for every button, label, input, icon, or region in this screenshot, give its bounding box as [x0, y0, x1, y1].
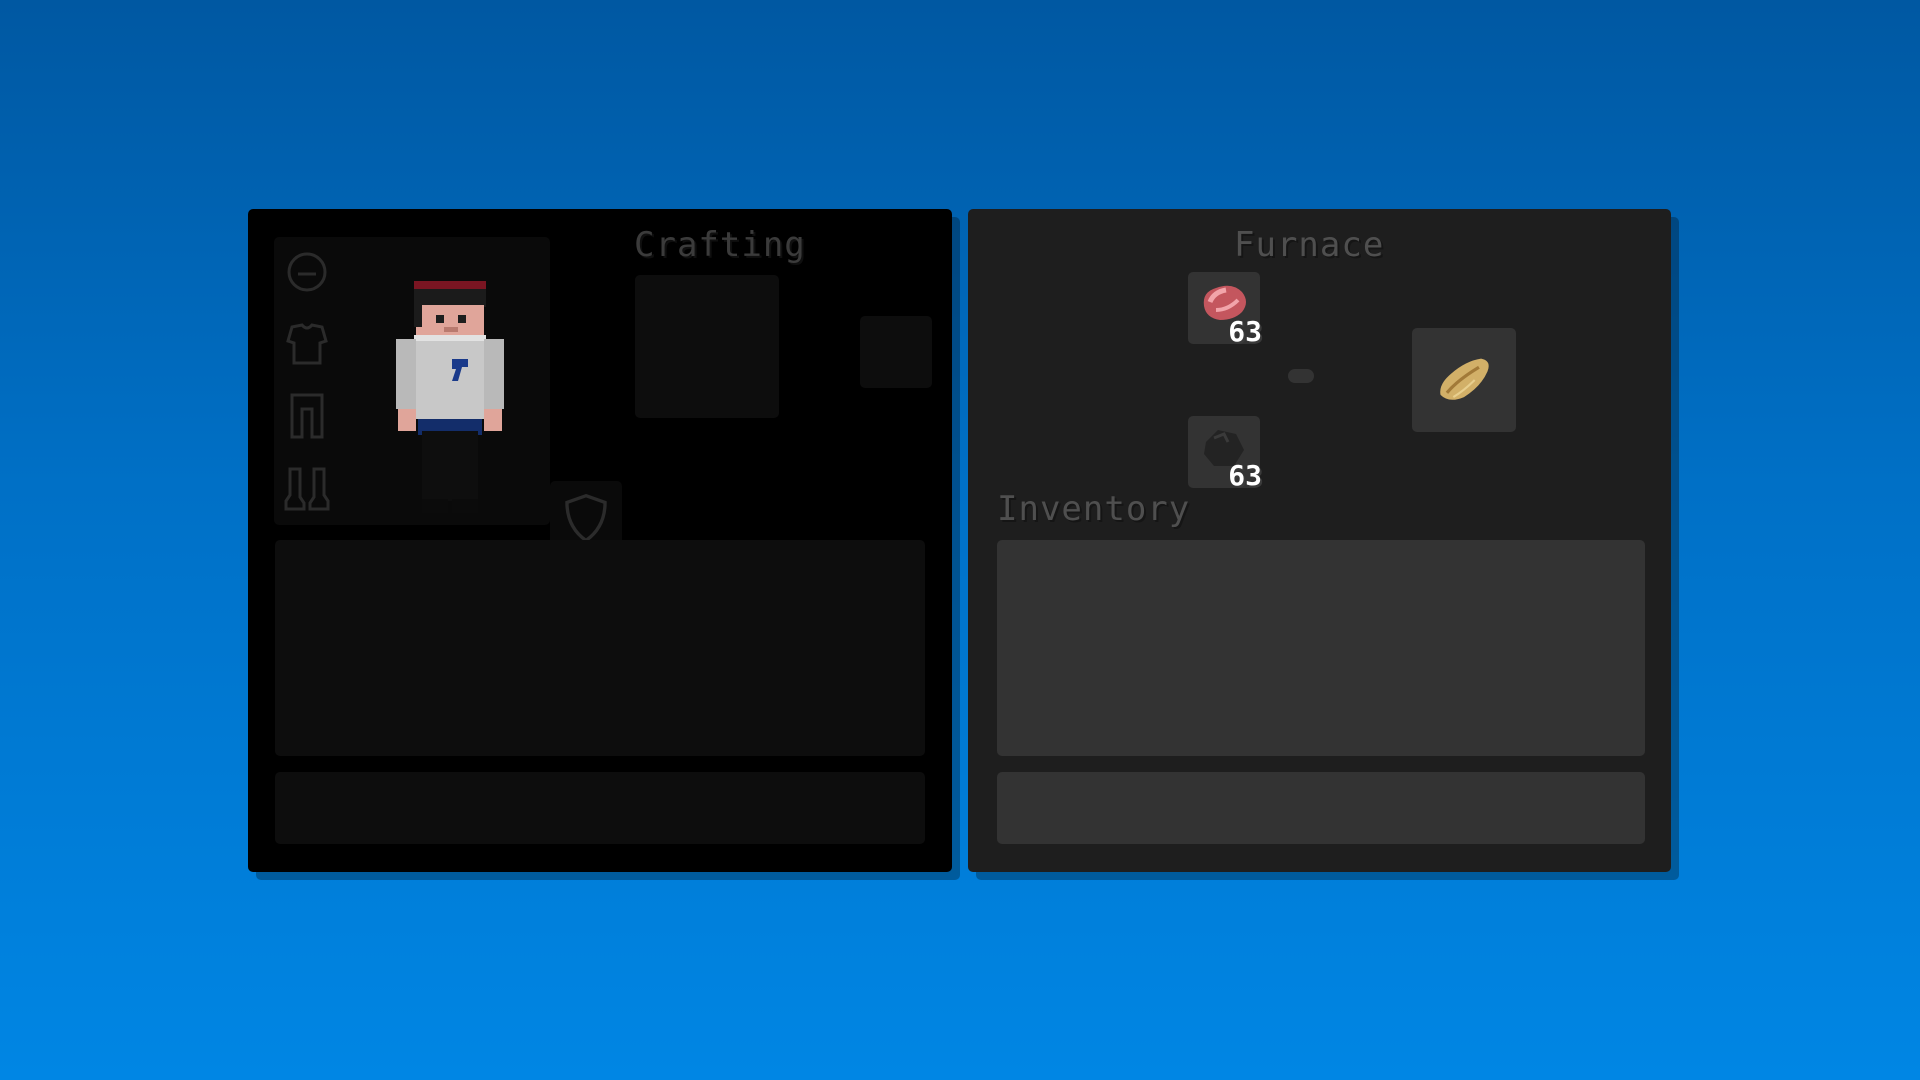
furnace-input-slot[interactable]: 63	[1188, 272, 1262, 348]
progress-arrow-icon	[1288, 369, 1314, 383]
hotbar[interactable]	[275, 772, 925, 844]
furnace-hotbar[interactable]	[997, 772, 1645, 844]
fuel-count: 63	[1228, 459, 1262, 492]
crafting-label: Crafting	[634, 225, 806, 265]
chestplate-icon[interactable]	[282, 319, 332, 369]
crafting-output-slot[interactable]	[860, 316, 932, 388]
armor-section	[274, 237, 622, 553]
furnace-inventory-grid[interactable]	[997, 540, 1645, 756]
player-avatar	[396, 281, 504, 513]
boots-icon[interactable]	[282, 463, 332, 513]
main-inventory-grid[interactable]	[275, 540, 925, 756]
baked-potato-icon	[1440, 358, 1489, 400]
furnace-output-slot[interactable]	[1412, 328, 1516, 432]
inventory-label: Inventory	[997, 489, 1191, 529]
player-inventory-panel: Crafting	[248, 209, 952, 872]
crafting-grid[interactable]	[635, 275, 779, 418]
furnace-title: Furnace	[1234, 225, 1385, 265]
shield-icon	[565, 493, 607, 543]
input-count: 63	[1228, 315, 1262, 348]
leggings-icon[interactable]	[282, 391, 332, 441]
helmet-icon[interactable]	[282, 247, 332, 297]
furnace-fuel-slot[interactable]: 63	[1188, 416, 1262, 492]
furnace-panel: Furnace 63 63 Inventory	[968, 209, 1671, 872]
